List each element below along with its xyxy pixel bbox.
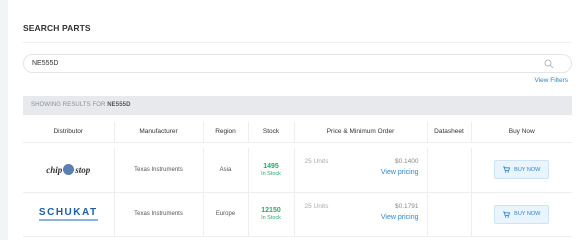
buy-now-button[interactable]: BUY NOW <box>494 160 550 180</box>
manufacturer-cell: Texas Instruments <box>114 192 204 237</box>
column-header-price: Price & Minimum Order <box>294 122 428 143</box>
search-box[interactable] <box>23 54 572 73</box>
table-row: SCHUKAT Texas Instruments Europe 12150 I… <box>23 192 572 237</box>
stock-count: 12150 <box>261 207 281 214</box>
distributor-cell: SCHUKAT <box>23 192 115 237</box>
distributor-cell: chip stop <box>23 148 115 193</box>
view-filters-link[interactable]: View Filters <box>535 77 568 84</box>
stock-cell: 12150 In Stock <box>248 192 295 237</box>
search-icon[interactable] <box>544 59 554 69</box>
stock-cell: 1495 In Stock <box>248 148 295 193</box>
buy-now-label: BUY NOW <box>514 166 541 173</box>
min-order-units: 25 Units <box>304 202 329 210</box>
datasheet-cell <box>427 192 472 237</box>
unit-price: $0.1791 <box>395 202 419 210</box>
datasheet-cell <box>427 148 472 193</box>
region-cell: Asia <box>203 148 249 193</box>
table-row: chip stop Texas Instruments Asia 1495 In … <box>23 148 572 193</box>
chip1stop-logo-mark <box>63 164 75 176</box>
cart-icon <box>503 210 511 218</box>
search-input[interactable] <box>32 55 512 72</box>
cart-icon <box>503 166 511 173</box>
parts-table: Distributor Manufacturer Region Stock Pr… <box>23 122 572 237</box>
column-header-stock: Stock <box>248 122 295 143</box>
title-divider <box>23 42 571 43</box>
region-cell: Europe <box>203 192 249 237</box>
stock-status: In Stock <box>261 170 281 177</box>
price-cell: 25 Units $0.1791 View pricing <box>294 192 428 237</box>
buy-now-cell: BUY NOW <box>471 192 572 237</box>
stock-count: 1495 <box>263 162 279 170</box>
price-cell: 25 Units $0.1400 View pricing <box>294 148 428 193</box>
results-bar: SHOWING RESULTS FOR NE555D <box>23 96 572 115</box>
view-pricing-link[interactable]: View pricing <box>381 169 419 176</box>
buy-now-button[interactable]: BUY NOW <box>494 204 550 224</box>
search-parts-panel: SEARCH PARTS View Filters SHOWING RESULT… <box>8 0 585 240</box>
manufacturer-cell: Texas Instruments <box>114 148 204 193</box>
stock-status: In Stock <box>261 215 281 221</box>
view-pricing-link[interactable]: View pricing <box>381 214 419 221</box>
results-query: NE555D <box>107 102 131 108</box>
column-header-manufacturer: Manufacturer <box>114 122 204 143</box>
column-header-distributor: Distributor <box>23 122 115 143</box>
results-prefix: SHOWING RESULTS FOR <box>31 102 106 108</box>
page-title: SEARCH PARTS <box>23 23 91 33</box>
column-header-region: Region <box>203 122 249 143</box>
chip1stop-logo[interactable]: chip stop <box>46 164 90 176</box>
column-header-buy-now: Buy Now <box>471 122 572 143</box>
unit-price: $0.1400 <box>395 158 419 165</box>
table-header-row: Distributor Manufacturer Region Stock Pr… <box>23 122 572 143</box>
buy-now-label: BUY NOW <box>514 211 541 217</box>
schukat-logo[interactable]: SCHUKAT <box>38 207 98 221</box>
column-header-datasheet: Datasheet <box>427 122 472 143</box>
buy-now-cell: BUY NOW <box>471 148 572 193</box>
results-summary: SHOWING RESULTS FOR NE555D <box>31 102 131 108</box>
min-order-units: 25 Units <box>304 158 329 165</box>
